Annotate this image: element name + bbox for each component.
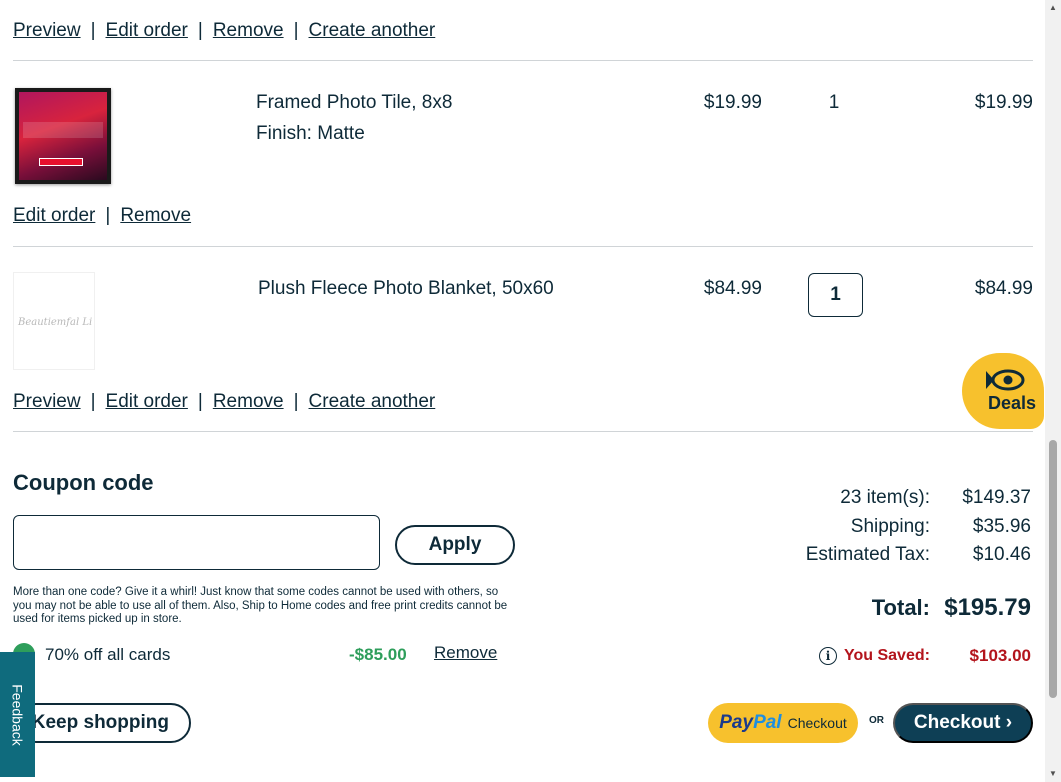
- framed-photo-tile-thumbnail[interactable]: [15, 88, 111, 184]
- item-price: $19.99: [703, 92, 762, 113]
- separator: |: [197, 391, 203, 412]
- remove-link[interactable]: Remove: [213, 391, 284, 413]
- scrollbar[interactable]: ▲ ▼: [1045, 0, 1061, 782]
- divider: [13, 431, 1033, 432]
- remove-coupon-link[interactable]: Remove: [434, 643, 497, 663]
- scrollbar-thumb[interactable]: [1049, 440, 1057, 698]
- paypal-logo-pay: Pay: [719, 712, 754, 733]
- items-count-label: 23 item(s):: [840, 487, 930, 508]
- savings-row: i You Saved: $103.00: [819, 646, 1031, 666]
- item-actions: Preview | Edit order | Remove | Create a…: [13, 391, 435, 413]
- deals-button[interactable]: Deals: [962, 353, 1044, 429]
- paypal-checkout-label: Checkout: [787, 715, 847, 731]
- or-label: OR: [869, 715, 884, 726]
- apply-button[interactable]: Apply: [395, 525, 515, 565]
- fish-eye-icon: [986, 369, 1025, 391]
- applied-coupon-amount: -$85.00: [349, 645, 407, 664]
- separator: |: [197, 20, 203, 41]
- checkout-button[interactable]: Checkout ›: [893, 703, 1033, 743]
- tax-value: $10.46: [972, 544, 1031, 565]
- applied-coupon-name: 70% off all cards: [45, 645, 171, 664]
- edit-order-link[interactable]: Edit order: [106, 391, 188, 413]
- scroll-up-icon[interactable]: ▲: [1045, 0, 1061, 16]
- item-price: $84.99: [703, 278, 762, 299]
- remove-link[interactable]: Remove: [120, 205, 191, 227]
- divider: [13, 60, 1033, 61]
- create-another-link[interactable]: Create another: [309, 391, 436, 413]
- paypal-checkout-button[interactable]: Pay Pal Checkout: [708, 703, 858, 743]
- paypal-logo-pal: Pal: [753, 712, 782, 733]
- edit-order-link[interactable]: Edit order: [13, 205, 95, 227]
- item-qty: 1: [828, 92, 840, 113]
- photo-blanket-thumbnail[interactable]: Beautiemfal Li: [13, 272, 95, 370]
- feedback-tab[interactable]: Feedback: [0, 652, 35, 777]
- coupon-title: Coupon code: [13, 470, 154, 495]
- separator: |: [90, 20, 96, 41]
- item-name: Framed Photo Tile, 8x8: [256, 92, 453, 113]
- item-actions-top: Preview | Edit order | Remove | Create a…: [13, 20, 435, 42]
- you-saved-value: $103.00: [969, 646, 1031, 665]
- create-another-link[interactable]: Create another: [309, 20, 436, 42]
- quantity-input[interactable]: 1: [808, 273, 863, 317]
- item-total: $19.99: [974, 92, 1033, 113]
- preview-link[interactable]: Preview: [13, 20, 81, 42]
- scroll-down-icon[interactable]: ▼: [1045, 766, 1061, 782]
- feedback-label: Feedback: [9, 683, 26, 746]
- item-finish: Finish: Matte: [256, 123, 365, 144]
- separator: |: [293, 20, 299, 41]
- separator: |: [105, 205, 111, 226]
- coupon-note: More than one code? Give it a whirl! Jus…: [13, 586, 508, 625]
- thumbnail-script: Beautiemfal Li: [18, 317, 93, 328]
- divider: [13, 246, 1033, 247]
- you-saved-label: You Saved:: [844, 647, 930, 664]
- item-actions: Edit order | Remove: [13, 205, 191, 227]
- remove-link[interactable]: Remove: [213, 20, 284, 42]
- tax-label: Estimated Tax:: [805, 544, 930, 565]
- thumbnail-art: [19, 92, 107, 180]
- applied-coupon: 70% off all cards -$85.00 Remove: [13, 643, 498, 667]
- shipping-label: Shipping:: [850, 516, 930, 537]
- total-label: Total:: [871, 595, 930, 620]
- item-total: $84.99: [974, 278, 1033, 299]
- preview-link[interactable]: Preview: [13, 391, 81, 413]
- coupon-input[interactable]: [13, 515, 380, 570]
- item-name: Plush Fleece Photo Blanket, 50x60: [258, 278, 554, 299]
- edit-order-link[interactable]: Edit order: [106, 20, 188, 42]
- deals-label: Deals: [987, 393, 1036, 413]
- info-icon[interactable]: i: [819, 647, 837, 665]
- shipping-value: $35.96: [972, 516, 1031, 537]
- items-subtotal: $149.37: [962, 487, 1031, 508]
- keep-shopping-button[interactable]: Keep shopping: [16, 703, 191, 743]
- total-value: $195.79: [944, 594, 1031, 621]
- separator: |: [293, 391, 299, 412]
- separator: |: [90, 391, 96, 412]
